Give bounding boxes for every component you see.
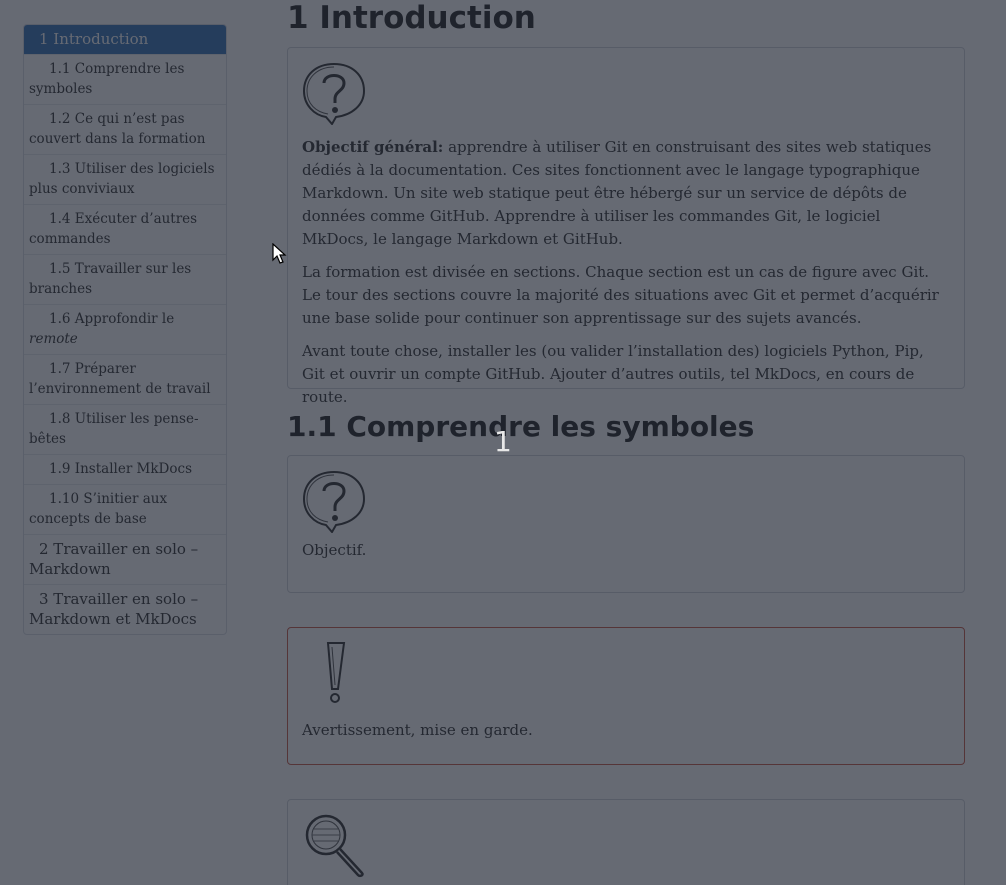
intro-box: Objectif général: apprendre à utiliser G… [287,47,965,406]
page-title: 1 Introduction [287,0,536,36]
toc-item-solo-markdown[interactable]: 2 Travailler en solo – Markdown [24,534,226,584]
exclamation-icon [302,641,964,705]
symbol-objective-box: Objectif. [287,455,965,593]
table-of-contents: 1 Introduction 1.1 Comprendre les symbol… [23,24,227,635]
page: 1 Introduction 1.1 Comprendre les symbol… [0,0,1006,885]
install-paragraph: Avant toute chose, installer les (ou val… [302,342,924,406]
toc-item-remote-prefix: 1.6 Approfondir le [49,311,175,327]
sections-paragraph: La formation est divisée en sections. Ch… [302,263,939,327]
toc-item-autres-commandes[interactable]: 1.4 Exécuter d’autres commandes [24,204,226,254]
toc-item-solo-markdown-mkdocs[interactable]: 3 Travailler en solo – Markdown et MkDoc… [24,584,226,634]
step-number: 1 [494,425,512,458]
symbol-warning-text: Avertissement, mise en garde. [302,721,533,739]
symbol-warning-box: Avertissement, mise en garde. [287,627,965,765]
toc-item-remote[interactable]: 1.6 Approfondir le remote [24,304,226,354]
objective-label: Objectif général: [302,138,444,156]
section-title: 1.1 Comprendre les symboles [287,410,755,443]
toc-item-environnement[interactable]: 1.7 Préparer l’environnement de travail [24,354,226,404]
toc-item-branches[interactable]: 1.5 Travailler sur les branches [24,254,226,304]
symbol-search-box [287,799,965,885]
question-bubble-icon [302,61,964,125]
symbol-objective-text: Objectif. [302,541,367,559]
question-bubble-icon [302,469,964,533]
toc-item-remote-em: remote [29,331,78,347]
toc-item-logiciels-conviviaux[interactable]: 1.3 Utiliser des logiciels plus convivia… [24,154,226,204]
toc-item-comprendre-symboles[interactable]: 1.1 Comprendre les symboles [24,54,226,104]
toc-item-concepts-base[interactable]: 1.10 S’initier aux concepts de base [24,484,226,534]
toc-item-non-couvert[interactable]: 1.2 Ce qui n’est pas couvert dans la for… [24,104,226,154]
toc-item-installer-mkdocs[interactable]: 1.9 Installer MkDocs [24,454,226,484]
mouse-cursor-icon [272,242,288,270]
magnifying-glass-icon [302,813,964,878]
toc-item-pense-betes[interactable]: 1.8 Utiliser les pense-bêtes [24,404,226,454]
objective-paragraph: Objectif général: apprendre à utiliser G… [302,136,950,251]
toc-item-introduction[interactable]: 1 Introduction [24,25,226,54]
